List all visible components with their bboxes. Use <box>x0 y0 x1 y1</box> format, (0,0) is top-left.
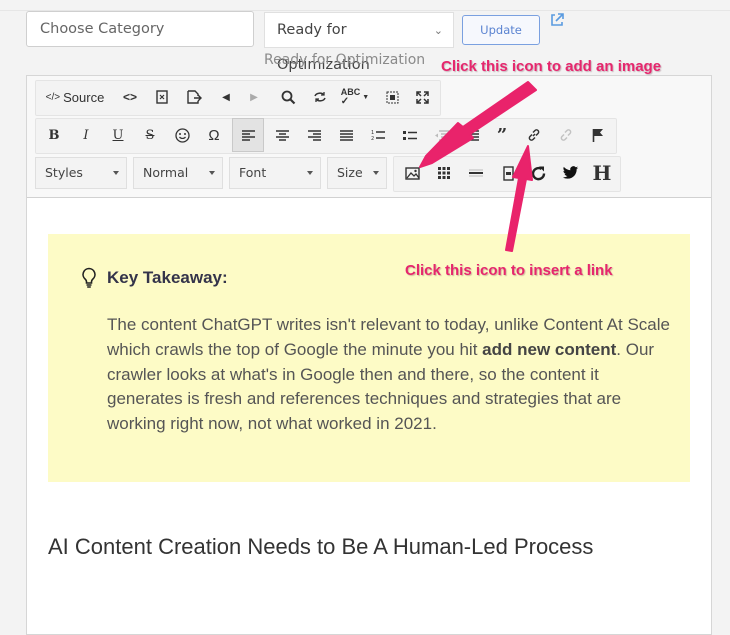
annotation-arrows <box>419 81 537 252</box>
arrow-to-image-icon <box>419 81 537 168</box>
arrow-to-link-icon <box>505 145 533 252</box>
